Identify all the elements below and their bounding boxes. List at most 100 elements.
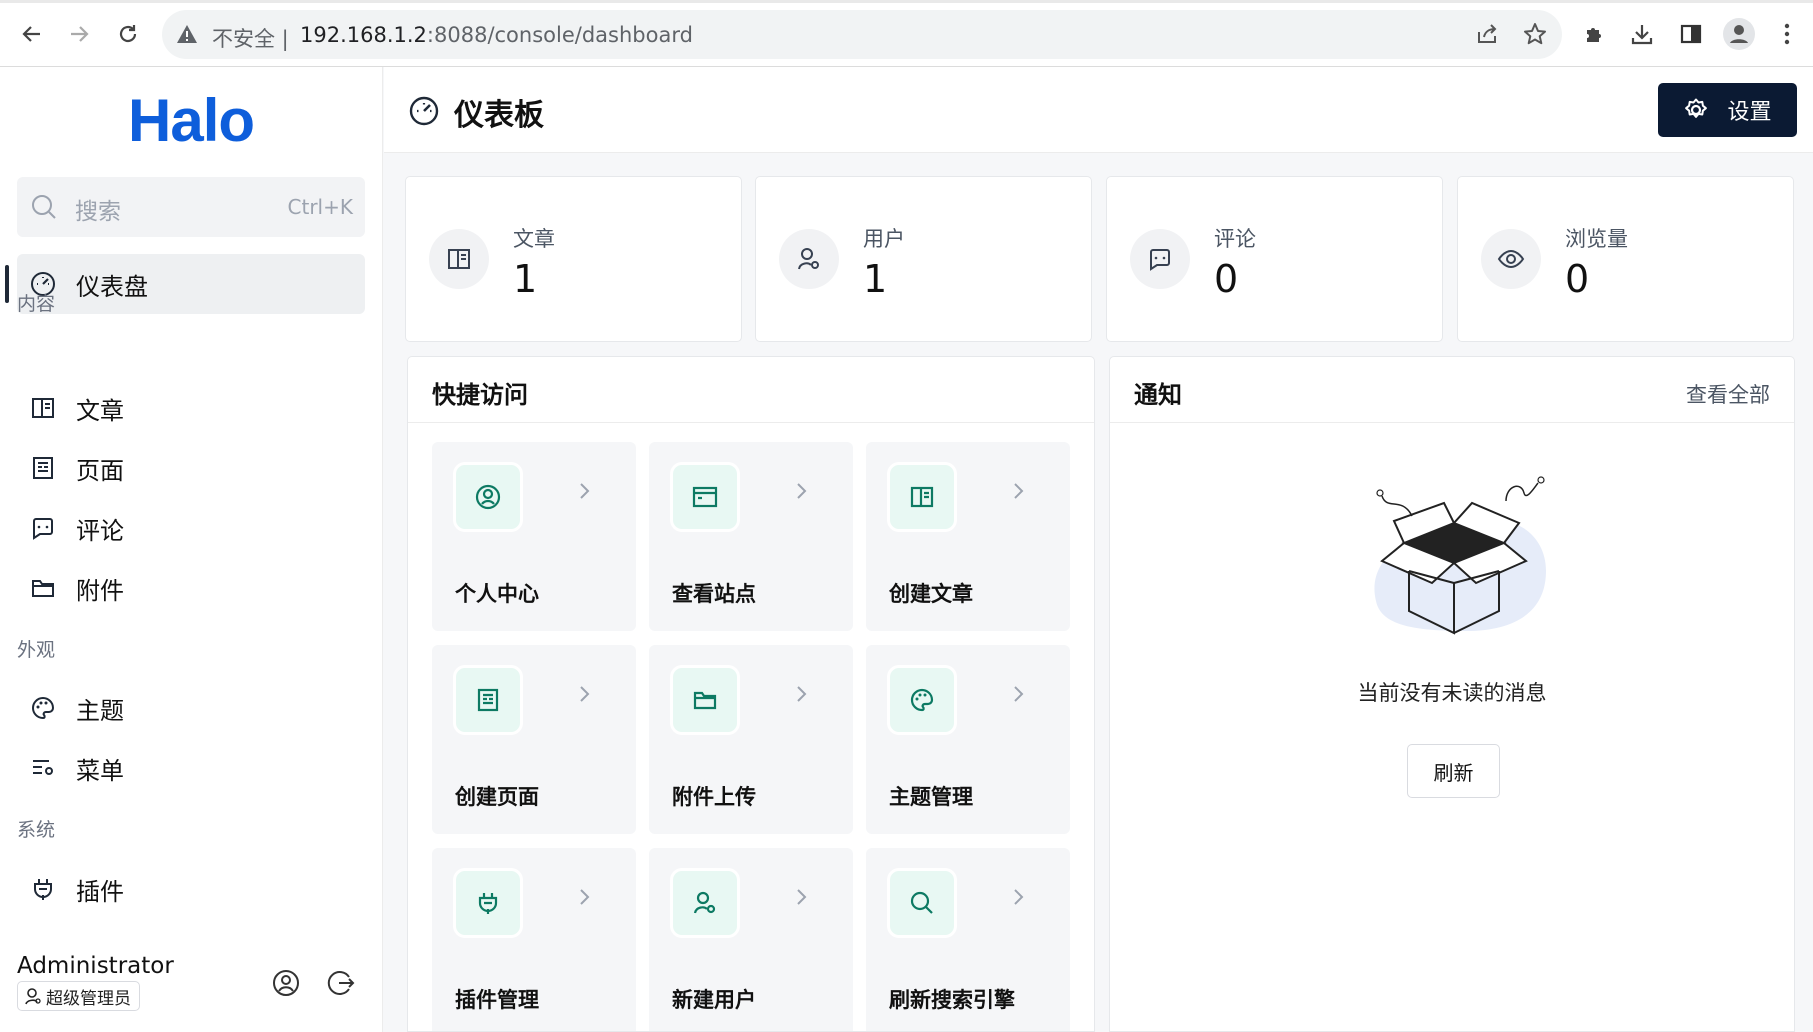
stat-value: 1 — [863, 257, 888, 301]
notifications-title: 通知 — [1134, 381, 1182, 409]
search-box[interactable]: 搜索 Ctrl+K — [17, 177, 365, 237]
logout-icon — [327, 971, 355, 995]
quick-access-label: 刷新搜索引擎 — [889, 988, 1015, 1012]
share-icon[interactable] — [1475, 22, 1499, 46]
user-gear-icon — [779, 229, 839, 289]
back-button[interactable] — [15, 17, 49, 51]
stat-card-posts: 文章 1 — [405, 176, 742, 342]
arrow-left-icon — [22, 26, 40, 42]
search-icon — [887, 868, 957, 938]
profile-button[interactable] — [1722, 17, 1756, 51]
download-button[interactable] — [1625, 17, 1659, 51]
sidebar-item-comments[interactable]: 评论 — [28, 508, 124, 548]
sidebar-item-label: 菜单 — [76, 756, 124, 785]
sidebar-item-label: 页面 — [76, 456, 124, 485]
sidebar-item-attachments[interactable]: 附件 — [28, 568, 124, 608]
book-icon — [429, 229, 489, 289]
stat-label: 评论 — [1214, 227, 1256, 251]
book-icon — [887, 462, 957, 532]
chevron-right-icon — [1014, 686, 1024, 702]
page-icon — [28, 453, 58, 483]
chevron-right-icon — [580, 483, 590, 499]
page-title: 仪表板 — [454, 98, 544, 133]
sidebar-item-posts[interactable]: 文章 — [28, 388, 124, 428]
user-name: Administrator — [17, 953, 174, 979]
chevron-right-icon — [797, 686, 807, 702]
browser-toolbar: 不安全 | 192.168.1.2:8088/console/dashboard — [0, 0, 1813, 67]
sidebar-item-menus[interactable]: 菜单 — [28, 748, 124, 788]
palette-icon — [28, 693, 58, 723]
reload-button[interactable] — [111, 17, 145, 51]
quick-access-label: 附件上传 — [672, 785, 756, 809]
settings-label: 设置 — [1727, 100, 1772, 125]
search-shortcut: Ctrl+K — [287, 195, 353, 219]
chevron-right-icon — [1014, 889, 1024, 905]
sidebar-item-label: 仪表盘 — [76, 272, 148, 301]
sidebar-item-plugins[interactable]: 插件 — [28, 869, 124, 909]
kebab-menu-icon — [1784, 23, 1790, 45]
sidebar-item-themes[interactable]: 主题 — [28, 688, 124, 728]
settings-button[interactable]: 设置 — [1658, 83, 1797, 137]
extensions-button[interactable] — [1578, 17, 1612, 51]
page-header: 仪表板 设置 — [384, 67, 1813, 153]
reload-icon — [119, 25, 137, 43]
quick-access-profile[interactable]: 个人中心 — [432, 442, 636, 631]
address-bar[interactable]: 不安全 | 192.168.1.2:8088/console/dashboard — [162, 10, 1562, 59]
quick-access-new-user[interactable]: 新建用户 — [649, 848, 853, 1031]
sidebar-item-label: 插件 — [76, 877, 124, 906]
role-badge: 超级管理员 — [17, 981, 140, 1011]
quick-access-themes[interactable]: 主题管理 — [866, 645, 1070, 834]
quick-access-label: 查看站点 — [672, 582, 756, 606]
stat-label: 文章 — [513, 227, 555, 251]
quick-access-card: 快捷访问 个人中心 查看站点 创建文章 创建页面 附件上传 主题管理 插件管理 — [407, 356, 1095, 1032]
book-icon — [28, 393, 58, 423]
comment-icon — [1130, 229, 1190, 289]
stat-card-users: 用户 1 — [755, 176, 1092, 342]
insecure-label: 不安全 | — [212, 27, 289, 51]
quick-access-upload[interactable]: 附件上传 — [649, 645, 853, 834]
comment-icon — [28, 513, 58, 543]
section-content: 内容 — [17, 293, 56, 315]
quick-access-label: 插件管理 — [455, 988, 539, 1012]
active-indicator — [5, 265, 9, 303]
stat-value: 0 — [1565, 257, 1590, 301]
page-icon — [453, 665, 523, 735]
url-text: 192.168.1.2:8088/console/dashboard — [300, 23, 693, 47]
quick-access-label: 新建用户 — [672, 988, 756, 1012]
section-appearance: 外观 — [17, 639, 56, 661]
arrow-right-icon — [71, 26, 89, 42]
star-icon[interactable] — [1523, 22, 1547, 46]
menu-settings-icon — [28, 753, 58, 783]
plug-icon — [28, 874, 58, 904]
stat-card-comments: 评论 0 — [1106, 176, 1443, 342]
quick-access-plugins[interactable]: 插件管理 — [432, 848, 636, 1031]
chevron-right-icon — [797, 483, 807, 499]
stat-label: 用户 — [863, 227, 905, 251]
search-placeholder: 搜索 — [75, 199, 121, 225]
forward-button[interactable] — [62, 17, 96, 51]
logout-button[interactable] — [325, 967, 357, 999]
browser-window-icon — [670, 462, 740, 532]
profile-button[interactable] — [270, 967, 302, 999]
side-panel-button[interactable] — [1674, 17, 1708, 51]
user-icon — [25, 988, 41, 1005]
chevron-right-icon — [580, 686, 590, 702]
quick-access-view-site[interactable]: 查看站点 — [649, 442, 853, 631]
sidebar-item-pages[interactable]: 页面 — [28, 448, 124, 488]
quick-access-label: 个人中心 — [455, 582, 539, 606]
view-all-link[interactable]: 查看全部 — [1686, 379, 1770, 409]
refresh-button[interactable]: 刷新 — [1407, 744, 1500, 798]
plug-icon — [453, 868, 523, 938]
section-system: 系统 — [17, 819, 56, 841]
browser-menu-button[interactable] — [1770, 17, 1804, 51]
role-label: 超级管理员 — [46, 988, 131, 1009]
halo-logo[interactable]: Halo — [128, 91, 255, 151]
notifications-card: 通知 查看全部 当前没有未读的消息 刷新 — [1109, 356, 1795, 1032]
stat-value: 0 — [1214, 257, 1239, 301]
quick-access-refresh-search[interactable]: 刷新搜索引擎 — [866, 848, 1070, 1031]
user-circle-icon — [453, 462, 523, 532]
chevron-right-icon — [580, 889, 590, 905]
quick-access-new-post[interactable]: 创建文章 — [866, 442, 1070, 631]
eye-icon — [1481, 229, 1541, 289]
quick-access-new-page[interactable]: 创建页面 — [432, 645, 636, 834]
